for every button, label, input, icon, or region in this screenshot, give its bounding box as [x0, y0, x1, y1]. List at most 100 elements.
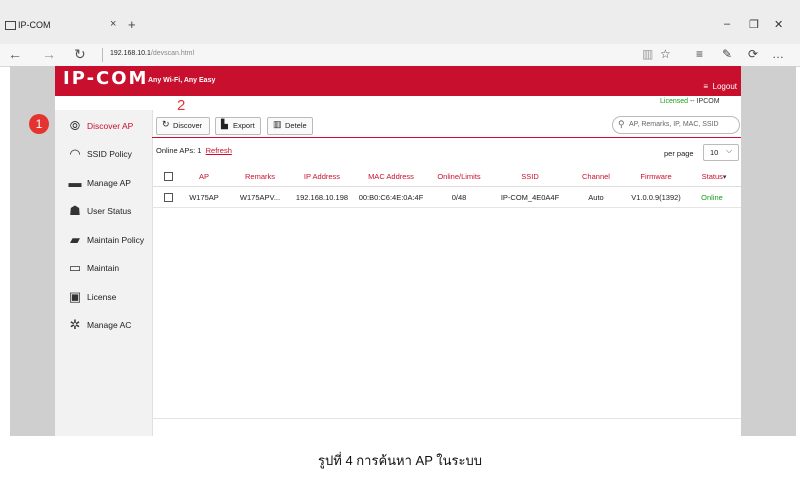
url-field[interactable]: 192.168.10.1/devscan.html — [110, 50, 194, 57]
url-separator — [102, 48, 103, 62]
license-status: Licensed -- IPCOM — [660, 98, 720, 105]
figure-caption: รูปที่ 4 การค้นหา AP ในระบบ — [318, 453, 482, 468]
search-input[interactable]: ⚲ AP, Remarks, IP, MAC, SSID — [612, 116, 740, 134]
col-status[interactable]: Status▾ — [698, 172, 730, 181]
tab-page-icon — [5, 21, 16, 30]
cell-ap: W175AP — [189, 193, 219, 202]
cell-ssid: IP-COM_4E0A4F — [500, 193, 560, 202]
export-button-label: Export — [233, 121, 255, 130]
sidebar-item-maintain-policy[interactable]: ▰ Maintain Policy — [55, 227, 152, 253]
col-ip-address[interactable]: IP Address — [294, 172, 350, 181]
col-ssid[interactable]: SSID — [498, 172, 562, 181]
sidebar-item-ssid-policy[interactable]: ◠ SSID Policy — [55, 141, 152, 167]
sort-down-icon: ▾ — [722, 174, 727, 181]
reading-view-icon[interactable]: ▥ — [642, 47, 653, 61]
logout-label: Logout — [712, 82, 737, 91]
col-remarks[interactable]: Remarks — [238, 172, 282, 181]
discover-button-label: Discover — [173, 121, 203, 130]
share-icon[interactable]: ⟳ — [748, 47, 758, 61]
tab-close-icon[interactable]: × — [110, 18, 116, 30]
browser-tab[interactable]: IP-COM × + — [0, 17, 136, 38]
trash-icon: ▥ — [273, 119, 282, 129]
delete-button-label: Detele — [285, 121, 307, 130]
online-aps-count: 1 — [197, 146, 202, 155]
col-firmware[interactable]: Firmware — [630, 172, 682, 181]
logout-link[interactable]: ≡ Logout — [703, 82, 737, 91]
sidebar-item-label: License — [87, 292, 117, 302]
per-page-select[interactable]: 10 ⌵ — [703, 144, 739, 161]
web-note-icon[interactable]: ✎ — [722, 47, 732, 61]
export-button[interactable]: ▙ Export — [215, 117, 261, 135]
license-status-text: Licensed — [660, 98, 689, 105]
col-ap[interactable]: AP — [192, 172, 216, 181]
search-icon: ⚲ — [618, 119, 625, 129]
sidebar-item-label: Maintain Policy — [87, 235, 145, 245]
cell-mac-address: 00:B0:C6:4E:0A:4F — [358, 193, 424, 202]
favorite-icon[interactable]: ☆ — [660, 47, 671, 61]
col-mac-address[interactable]: MAC Address — [358, 172, 424, 181]
sidebar-item-label: Discover AP — [87, 121, 134, 131]
sidebar-item-label: Manage AC — [87, 320, 132, 330]
browser-titlebar: IP-COM × + – ❐ ✕ — [0, 0, 800, 44]
sidebar-item-manage-ap[interactable]: ▬ Manage AP — [55, 170, 152, 196]
refresh-icon[interactable]: ↻ — [74, 46, 86, 63]
row-checkbox[interactable] — [164, 193, 173, 202]
col-status-label: Status — [701, 172, 723, 181]
cell-channel: Auto — [588, 193, 604, 202]
users-icon: ☗ — [69, 203, 81, 218]
header-banner: IP-COM Any Wi-Fi, Any Easy ≡ Logout — [55, 66, 741, 96]
online-aps-info: Online APs: 1 Refresh — [156, 146, 232, 155]
right-gutter — [741, 66, 796, 436]
back-icon[interactable]: ← — [8, 46, 22, 62]
sidebar: ⦾ Discover AP ◠ SSID Policy ▬ Manage AP … — [55, 110, 153, 436]
sidebar-item-user-status[interactable]: ☗ User Status — [55, 198, 152, 224]
hub-icon[interactable]: ≡ — [696, 47, 703, 61]
delete-button[interactable]: ▥ Detele — [267, 117, 313, 135]
table-row[interactable]: W175AP W175APV... 192.168.10.198 00:B0:C… — [152, 187, 741, 208]
sidebar-item-label: User Status — [87, 206, 132, 216]
table-header: AP Remarks IP Address MAC Address Online… — [152, 166, 741, 187]
toolbar-divider — [152, 137, 741, 138]
forward-icon[interactable]: → — [42, 46, 56, 62]
close-window-icon[interactable]: ✕ — [774, 18, 783, 31]
sidebar-item-label: SSID Policy — [87, 149, 132, 159]
maintain-icon: ▭ — [68, 260, 82, 275]
select-all-checkbox[interactable] — [164, 172, 173, 181]
more-icon[interactable]: … — [772, 47, 784, 61]
wifi-icon: ◠ — [69, 146, 81, 161]
minimize-icon[interactable]: – — [724, 18, 730, 30]
cell-status: Online — [701, 193, 723, 202]
sidebar-item-discover-ap[interactable]: ⦾ Discover AP — [55, 113, 152, 139]
sidebar-item-maintain[interactable]: ▭ Maintain — [55, 255, 152, 281]
chevron-down-icon: ⌵ — [726, 146, 733, 155]
cell-ip-address: 192.168.10.198 — [295, 193, 349, 202]
cell-online-limits: 0/48 — [451, 193, 467, 202]
table-bottom-divider — [152, 418, 741, 419]
search-placeholder: AP, Remarks, IP, MAC, SSID — [629, 121, 719, 128]
refresh-link[interactable]: Refresh — [206, 146, 232, 155]
discover-button[interactable]: ↻ Discover — [156, 117, 210, 135]
device-icon: ▬ — [68, 175, 82, 190]
sidebar-item-label: Maintain — [87, 263, 120, 273]
cell-firmware: V1.0.0.9(1392) — [631, 193, 681, 202]
brand-tagline: Any Wi-Fi, Any Easy — [148, 77, 216, 84]
step-number-2: 2 — [177, 97, 186, 114]
per-page-label: per page — [664, 149, 694, 158]
col-online-limits[interactable]: Online/Limits — [432, 172, 486, 181]
folder-icon: ▰ — [70, 232, 80, 247]
tab-title: IP-COM — [18, 20, 51, 30]
cell-remarks: W175APV... — [239, 193, 281, 202]
new-tab-icon[interactable]: + — [128, 17, 136, 32]
col-channel[interactable]: Channel — [576, 172, 616, 181]
sidebar-item-manage-ac[interactable]: ✲ Manage AC — [55, 312, 152, 338]
gears-icon: ✲ — [69, 317, 81, 332]
url-host: 192.168.10.1 — [110, 50, 151, 57]
discover-ap-icon: ⦾ — [69, 118, 81, 133]
restore-icon[interactable]: ❐ — [749, 18, 759, 31]
sidebar-item-license[interactable]: ▣ License — [55, 284, 152, 310]
online-aps-label: Online APs: — [156, 146, 196, 155]
menu-icon: ≡ — [703, 82, 709, 91]
sidebar-item-label: Manage AP — [87, 178, 131, 188]
lock-icon: ▣ — [68, 289, 82, 304]
brand-logo: IP-COM — [63, 68, 149, 89]
